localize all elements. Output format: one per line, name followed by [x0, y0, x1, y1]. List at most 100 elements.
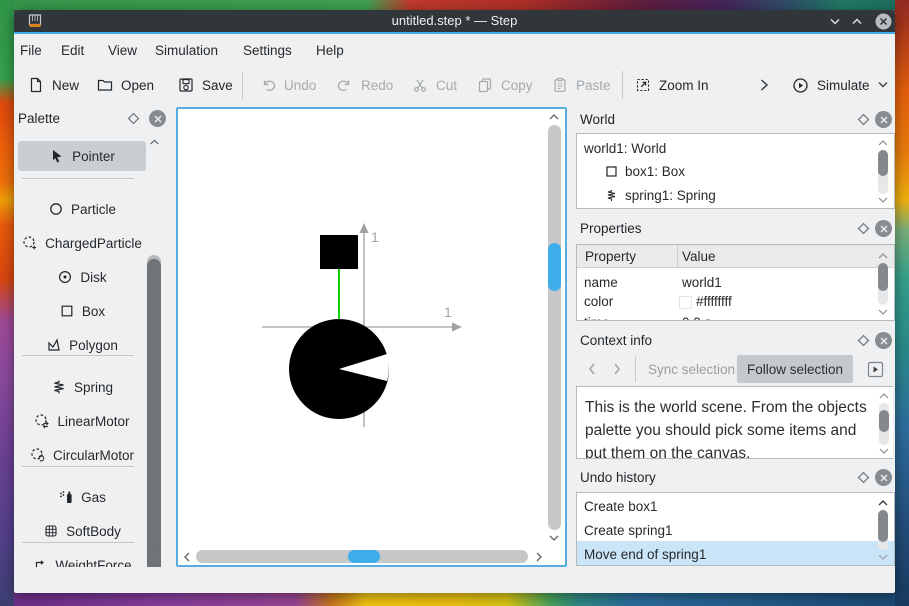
zoom-in-button[interactable]: Zoom In: [635, 71, 709, 99]
cut-button[interactable]: Cut: [412, 71, 457, 99]
world-canvas[interactable]: 1 1: [176, 107, 567, 567]
titlebar[interactable]: untitled.step * — Step: [14, 10, 895, 32]
palette-divider: [22, 466, 134, 467]
world-float-icon[interactable]: [857, 113, 870, 126]
properties-scroll-up-icon[interactable]: [877, 252, 889, 260]
copy-button[interactable]: Copy: [477, 71, 533, 99]
new-button[interactable]: New: [28, 71, 79, 99]
tree-item-box1[interactable]: box1: Box: [605, 164, 685, 179]
tree-item-world1[interactable]: world1: World: [584, 141, 666, 156]
palette-item-particle[interactable]: Particle: [18, 194, 146, 224]
prop-name[interactable]: name: [584, 275, 618, 290]
prop-name-value[interactable]: world1: [682, 275, 722, 290]
canvas-scroll-right-icon[interactable]: [534, 550, 544, 564]
polygon-icon: [46, 337, 62, 353]
menu-settings[interactable]: Settings: [239, 40, 296, 62]
context-panel-title: Context info: [580, 333, 653, 348]
canvas-scroll-down-icon[interactable]: [547, 533, 561, 543]
prop-time-value[interactable]: 0.0 s: [682, 315, 711, 320]
canvas-scroll-left-icon[interactable]: [182, 550, 192, 564]
x-axis-tick-label: 1: [444, 304, 452, 320]
world-close-icon[interactable]: [875, 111, 892, 128]
properties-close-icon[interactable]: [875, 220, 892, 237]
palette-item-weightforce[interactable]: WeightForce: [18, 550, 146, 567]
palette-item-linearmotor[interactable]: LinearMotor: [18, 406, 146, 436]
y-axis-tick-label: 1: [371, 229, 379, 245]
canvas-scroll-up-icon[interactable]: [547, 112, 561, 122]
context-float-icon[interactable]: [857, 334, 870, 347]
canvas-vscrollbar-thumb[interactable]: [548, 243, 561, 291]
menu-view[interactable]: View: [104, 40, 141, 62]
minimize-button[interactable]: [828, 16, 842, 27]
prop-color[interactable]: color: [584, 294, 613, 309]
undo-history-list: Create box1 Create spring1 Move end of s…: [576, 492, 895, 566]
open-button[interactable]: Open: [97, 71, 154, 99]
context-detach-icon[interactable]: [867, 361, 884, 378]
canvas-hscrollbar-thumb[interactable]: [348, 550, 380, 563]
world-scroll-down-icon[interactable]: [877, 196, 889, 204]
undo-scroll-down-icon[interactable]: [877, 553, 889, 561]
menu-help[interactable]: Help: [312, 40, 348, 62]
menu-simulation[interactable]: Simulation: [151, 40, 222, 62]
box-icon: [605, 165, 618, 178]
context-scrollbar-thumb[interactable]: [879, 410, 889, 432]
context-scroll-down-icon[interactable]: [878, 447, 890, 455]
palette-item-disk[interactable]: Disk: [18, 262, 146, 292]
palette-float-icon[interactable]: [127, 112, 140, 125]
spring-icon: [51, 379, 67, 395]
sync-selection-button[interactable]: Sync selection: [648, 362, 735, 377]
palette-close-icon[interactable]: [149, 110, 166, 127]
canvas-vscrollbar-track[interactable]: [548, 125, 561, 530]
undo-scrollbar-thumb[interactable]: [878, 510, 888, 542]
properties-float-icon[interactable]: [857, 222, 870, 235]
paste-clipboard-icon: [552, 77, 568, 93]
save-button[interactable]: Save: [178, 71, 233, 99]
undo-float-icon[interactable]: [857, 471, 870, 484]
col-header-value: Value: [682, 249, 716, 264]
app-window: untitled.step * — Step File Edit View Si…: [14, 10, 895, 593]
palette-scroll-down-icon[interactable]: [148, 544, 161, 553]
properties-scroll-down-icon[interactable]: [877, 308, 889, 316]
palette-item-spring[interactable]: Spring: [18, 372, 146, 402]
properties-scrollbar-thumb[interactable]: [878, 263, 888, 291]
close-button[interactable]: [875, 13, 892, 30]
world-scroll-up-icon[interactable]: [877, 139, 889, 147]
palette-item-pointer[interactable]: Pointer: [18, 141, 146, 171]
follow-selection-button[interactable]: Follow selection: [737, 355, 853, 383]
palette-item-chargedparticle[interactable]: ChargedParticle: [18, 228, 146, 258]
palette-item-gas[interactable]: Gas: [18, 482, 146, 512]
maximize-button[interactable]: [850, 16, 864, 27]
properties-panel-title: Properties: [580, 221, 642, 236]
gas-icon: [58, 489, 74, 505]
prop-time[interactable]: time: [584, 315, 610, 320]
palette-item-box[interactable]: Box: [18, 296, 146, 326]
box1-shape[interactable]: [320, 235, 358, 269]
wallpaper-top: [14, 0, 895, 10]
paste-button[interactable]: Paste: [552, 71, 611, 99]
palette-scrollbar-thumb[interactable]: [147, 259, 161, 567]
open-folder-icon: [97, 77, 113, 93]
disk1-shape[interactable]: [289, 319, 389, 419]
simulate-button[interactable]: Simulate: [792, 71, 870, 99]
palette-scroll-up-icon[interactable]: [148, 138, 161, 147]
simulate-dropdown-chevron-icon[interactable]: [876, 79, 890, 91]
undo-item-0[interactable]: Create box1: [584, 499, 658, 514]
undo-scroll-up-icon[interactable]: [876, 498, 890, 508]
redo-icon: [337, 77, 353, 93]
undo-item-2-selected[interactable]: Move end of spring1: [577, 541, 894, 565]
menu-file[interactable]: File: [16, 40, 46, 62]
context-close-icon[interactable]: [875, 332, 892, 349]
undo-close-icon[interactable]: [875, 469, 892, 486]
context-scroll-up-icon[interactable]: [878, 392, 890, 400]
world-scrollbar-thumb[interactable]: [878, 150, 888, 176]
undo-button[interactable]: Undo: [260, 71, 316, 99]
context-forward-icon[interactable]: [610, 360, 624, 378]
redo-button[interactable]: Redo: [337, 71, 393, 99]
undo-item-1[interactable]: Create spring1: [584, 523, 673, 538]
toolbar-overflow-chevron-icon[interactable]: [756, 76, 772, 94]
palette-dock: Palette Pointer Particle ChargedParticle…: [14, 107, 171, 567]
context-back-icon[interactable]: [585, 360, 599, 378]
menu-edit[interactable]: Edit: [57, 40, 88, 62]
prop-color-value[interactable]: #ffffffff: [696, 294, 732, 309]
tree-item-spring1[interactable]: spring1: Spring: [605, 188, 716, 203]
